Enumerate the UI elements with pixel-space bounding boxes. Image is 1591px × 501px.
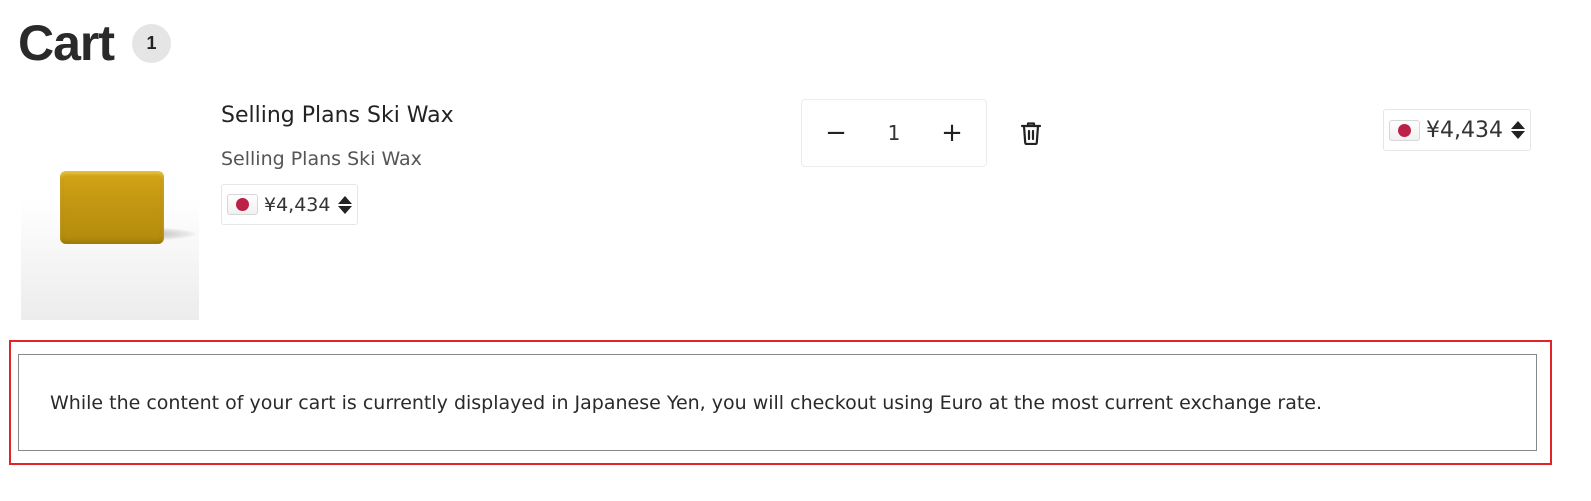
japan-flag-icon — [1389, 119, 1420, 141]
line-total-currency-selector[interactable]: ¥4,434 — [1383, 109, 1531, 151]
sort-arrows-icon — [1510, 121, 1525, 139]
product-variant: Selling Plans Ski Wax — [221, 148, 422, 170]
cart-header: Cart 1 — [18, 14, 172, 72]
currency-notice-highlight: While the content of your cart is curren… — [9, 340, 1552, 465]
product-image[interactable] — [21, 100, 199, 320]
currency-notice: While the content of your cart is curren… — [18, 354, 1537, 451]
cart-page: Cart 1 Selling Plans Ski Wax Selling Pla… — [0, 0, 1591, 501]
quantity-stepper: − 1 + — [801, 99, 987, 167]
japan-flag-icon — [227, 194, 258, 215]
decrease-quantity-button[interactable]: − — [822, 118, 850, 148]
remove-item-button[interactable] — [1017, 119, 1045, 147]
sort-arrows-icon — [338, 195, 353, 214]
currency-notice-text: While the content of your cart is curren… — [50, 391, 1323, 414]
page-title: Cart — [18, 15, 115, 71]
product-name[interactable]: Selling Plans Ski Wax — [221, 103, 454, 128]
ski-wax-bar — [60, 171, 164, 244]
increase-quantity-button[interactable]: + — [938, 118, 966, 148]
unit-price-currency-selector[interactable]: ¥4,434 — [221, 184, 359, 225]
quantity-value[interactable]: 1 — [888, 121, 901, 145]
unit-price: ¥4,434 — [264, 193, 331, 216]
cart-count-badge: 1 — [132, 23, 172, 63]
line-total-price: ¥4,434 — [1426, 117, 1503, 143]
trash-icon — [1020, 122, 1042, 145]
